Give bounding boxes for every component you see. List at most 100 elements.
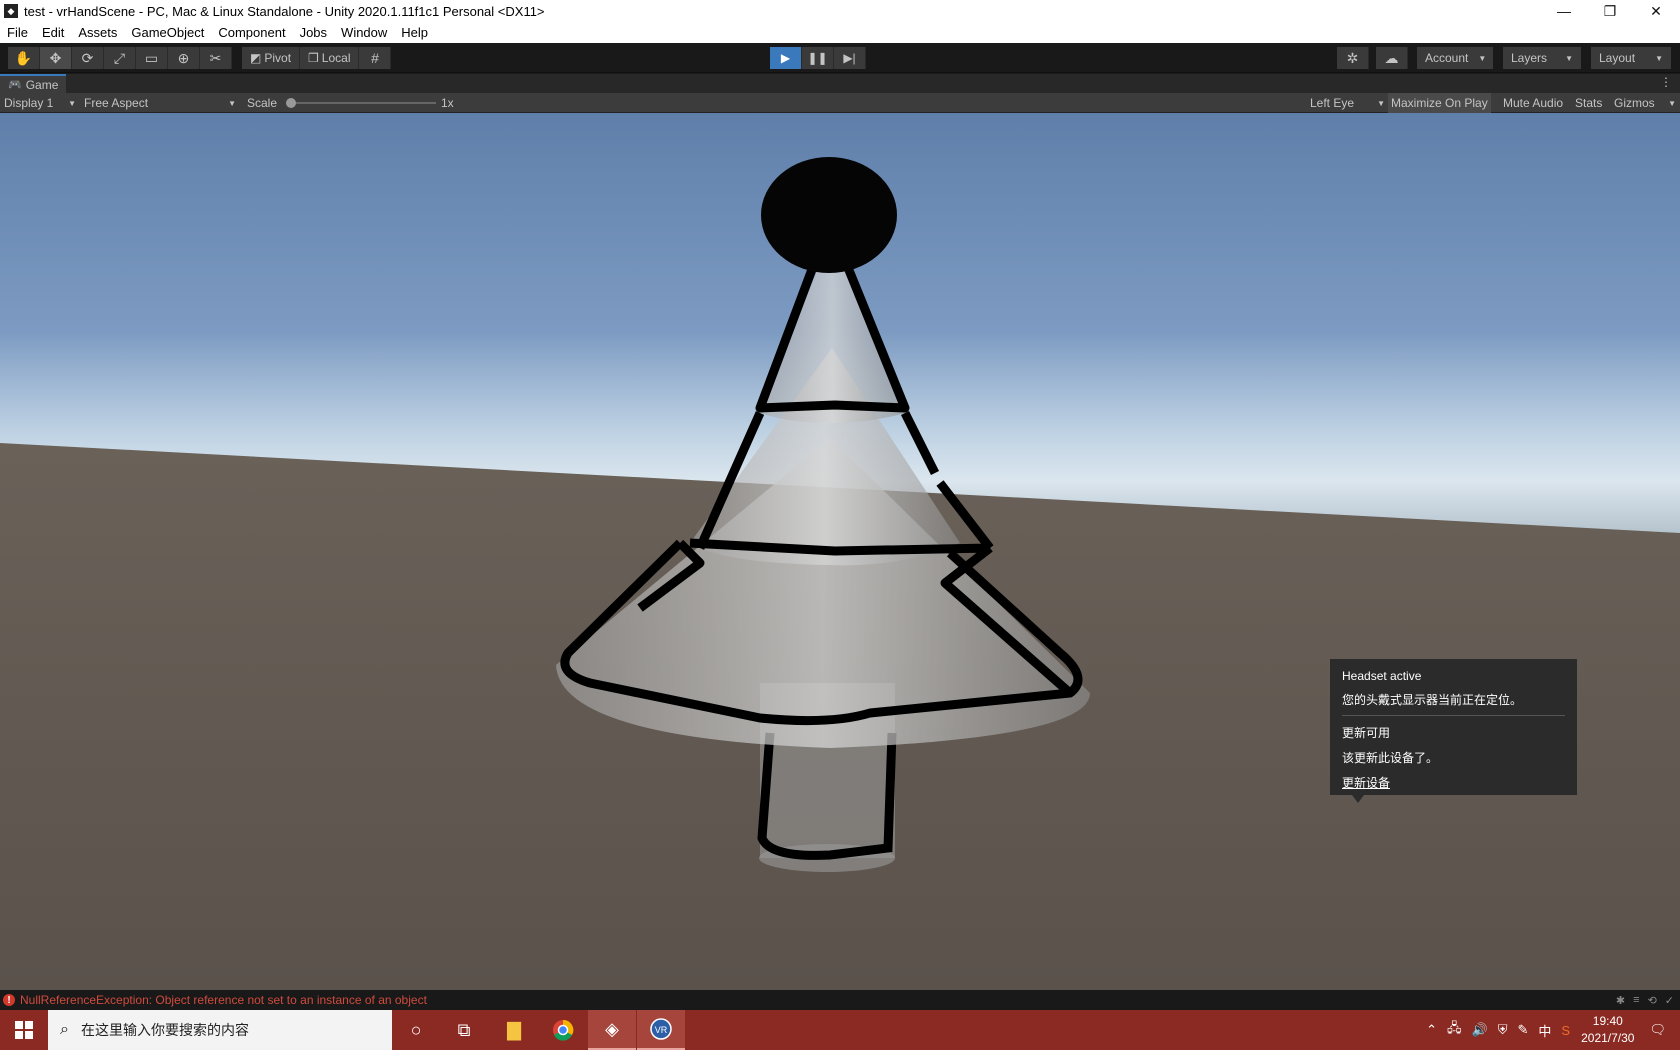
tab-game[interactable]: 🎮 Game (0, 74, 67, 93)
game-tab-bar: 🎮 Game ⋮ (0, 74, 1680, 93)
headset-notification: Headset active 您的头戴式显示器当前正在定位。 更新可用 该更新此… (1330, 659, 1577, 803)
volume-icon[interactable]: 🔊 (1472, 1022, 1488, 1038)
aspect-label: Free Aspect (84, 96, 149, 110)
chrome-icon[interactable] (539, 1010, 587, 1050)
chevron-up-icon[interactable]: ⌃ (1426, 1022, 1437, 1038)
window-title: test - vrHandScene - PC, Mac & Linux Sta… (24, 3, 545, 19)
clock-time: 19:40 (1592, 1014, 1623, 1028)
move-tool-icon[interactable]: ✥ (40, 47, 72, 69)
auto-generate-icon[interactable]: ⟲ (1648, 994, 1657, 1007)
file-explorer-icon[interactable]: ▇ (490, 1010, 538, 1050)
taskbar-clock[interactable]: 19:40 2021/7/30 (1581, 1013, 1634, 1047)
display-dropdown[interactable]: Display 1 ▼ (4, 93, 76, 113)
transform-tool-icon[interactable]: ⊕ (168, 47, 200, 69)
mixed-reality-portal-icon[interactable]: VR (637, 1010, 685, 1050)
layout-dropdown[interactable]: Layout ▼ (1591, 47, 1671, 69)
ime-indicator[interactable]: 中 (1538, 1021, 1551, 1040)
custom-tool-icon[interactable]: ✂ (200, 47, 232, 69)
mute-audio-toggle[interactable]: Mute Audio (1503, 93, 1563, 113)
task-view-icon[interactable]: ⧉ (440, 1010, 488, 1050)
gamepad-icon: 🎮 (8, 79, 22, 91)
chevron-down-icon: ▼ (1565, 53, 1573, 63)
sogou-icon[interactable]: S (1561, 1023, 1570, 1038)
menu-assets[interactable]: Assets (71, 25, 124, 40)
account-dropdown[interactable]: Account ▼ (1417, 47, 1493, 69)
error-icon: ! (3, 994, 15, 1006)
gizmos-dropdown[interactable]: Gizmos ▼ (1614, 93, 1676, 113)
cloud-icon[interactable]: ☁ (1376, 47, 1408, 69)
menu-gameobject[interactable]: GameObject (124, 25, 211, 40)
windows-taskbar: ⌕ 在这里输入你要搜索的内容 ○ ⧉ ▇ ◈ VR ⌃ 🖧 🔊 ⛨ ✎ 中 S … (0, 1010, 1680, 1050)
chevron-down-icon: ▼ (228, 98, 236, 108)
pivot-label: Pivot (264, 51, 292, 65)
menu-help[interactable]: Help (394, 25, 435, 40)
scale-slider[interactable] (286, 93, 436, 113)
search-icon: ⌕ (60, 1021, 69, 1038)
stack-icon[interactable]: ≡ (1633, 994, 1639, 1006)
menu-jobs[interactable]: Jobs (293, 25, 334, 40)
minimize-button[interactable]: — (1541, 0, 1587, 22)
pause-button[interactable]: ❚❚ (802, 47, 834, 69)
close-button[interactable]: ✕ (1633, 0, 1679, 22)
console-status-bar[interactable]: ! NullReferenceException: Object referen… (0, 990, 1680, 1010)
panel-menu-icon[interactable]: ⋮ (1660, 75, 1672, 89)
game-view-toolbar: Display 1 ▼ Free Aspect ▼ Scale 1x Left Ey… (0, 93, 1680, 113)
scale-tool-icon[interactable]: ⤢ (104, 47, 136, 69)
play-button[interactable]: ▶ (770, 47, 802, 69)
chevron-down-icon: ▼ (1377, 98, 1385, 108)
restore-button[interactable]: ❐ (1587, 0, 1633, 22)
scale-value: 1x (441, 96, 454, 110)
eye-dropdown[interactable]: Left Eye ▼ (1310, 93, 1385, 113)
system-tray: ⌃ 🖧 🔊 ⛨ ✎ 中 S 19:40 2021/7/30 🗨 (1421, 1010, 1680, 1050)
transform-tools: ✋ ✥ ⟳ ⤢ ▭ ⊕ ✂ (8, 47, 232, 69)
status-icons: ✱ ≡ ⟲ ✓ (1616, 990, 1674, 1010)
local-toggle[interactable]: ❒ Local (300, 47, 360, 69)
aspect-dropdown[interactable]: Free Aspect ▼ (84, 93, 236, 113)
hand-tool-icon[interactable]: ✋ (8, 47, 40, 69)
layout-label: Layout (1599, 51, 1636, 65)
notification-divider (1342, 715, 1565, 716)
account-label: Account (1425, 51, 1469, 65)
update-device-link[interactable]: 更新设备 (1342, 774, 1390, 791)
windows-logo-icon (15, 1021, 33, 1039)
update-title: 更新可用 (1342, 726, 1391, 740)
search-placeholder: 在这里输入你要搜索的内容 (80, 1022, 249, 1038)
stats-toggle[interactable]: Stats (1575, 93, 1602, 113)
pivot-toggle[interactable]: ◩ Pivot (242, 47, 301, 69)
pivot-group: ◩ Pivot ❒ Local # (242, 47, 392, 69)
security-icon[interactable]: ⛨ (1498, 1022, 1508, 1038)
layers-label: Layers (1511, 51, 1548, 65)
window-titlebar: ◆ test - vrHandScene - PC, Mac & Linux S… (0, 0, 1680, 22)
menu-bar: File Edit Assets GameObject Component Jo… (0, 22, 1680, 43)
game-viewport[interactable]: Headset active 您的头戴式显示器当前正在定位。 更新可用 该更新此… (0, 113, 1680, 990)
notification-center-icon[interactable]: 🗨 (1649, 1022, 1666, 1038)
check-icon[interactable]: ✓ (1665, 994, 1674, 1007)
step-button[interactable]: ▶| (834, 47, 866, 69)
maximize-on-play-toggle[interactable]: Maximize On Play (1388, 93, 1491, 113)
pen-icon[interactable]: ✎ (1518, 1022, 1529, 1038)
rect-tool-icon[interactable]: ▭ (136, 47, 168, 69)
layers-dropdown[interactable]: Layers ▼ (1503, 47, 1581, 69)
services-group: ✲ (1337, 47, 1369, 69)
notification-tail (1352, 795, 1364, 803)
tab-game-label: Game (25, 77, 59, 92)
network-icon[interactable]: 🖧 (1447, 1019, 1462, 1041)
notification-subtitle: 您的头戴式显示器当前正在定位。 (1342, 693, 1523, 707)
taskbar-search-box[interactable]: ⌕ 在这里输入你要搜索的内容 (48, 1010, 392, 1050)
windows-start-button[interactable] (0, 1010, 48, 1050)
collab-icon[interactable]: ✲ (1337, 47, 1369, 69)
menu-component[interactable]: Component (211, 25, 292, 40)
unity-taskbar-icon[interactable]: ◈ (588, 1010, 636, 1050)
menu-edit[interactable]: Edit (35, 25, 71, 40)
cortana-icon[interactable]: ○ (392, 1010, 440, 1050)
chevron-down-icon: ▼ (1655, 53, 1663, 63)
menu-window[interactable]: Window (334, 25, 394, 40)
rotate-tool-icon[interactable]: ⟳ (72, 47, 104, 69)
menu-file[interactable]: File (0, 25, 35, 40)
debug-icon[interactable]: ✱ (1616, 994, 1625, 1007)
error-message: NullReferenceException: Object reference… (20, 993, 427, 1007)
chevron-down-icon: ▼ (68, 98, 76, 108)
grid-snap-icon[interactable]: # (359, 47, 392, 69)
eye-label: Left Eye (1310, 96, 1355, 110)
local-label: Local (321, 51, 351, 65)
